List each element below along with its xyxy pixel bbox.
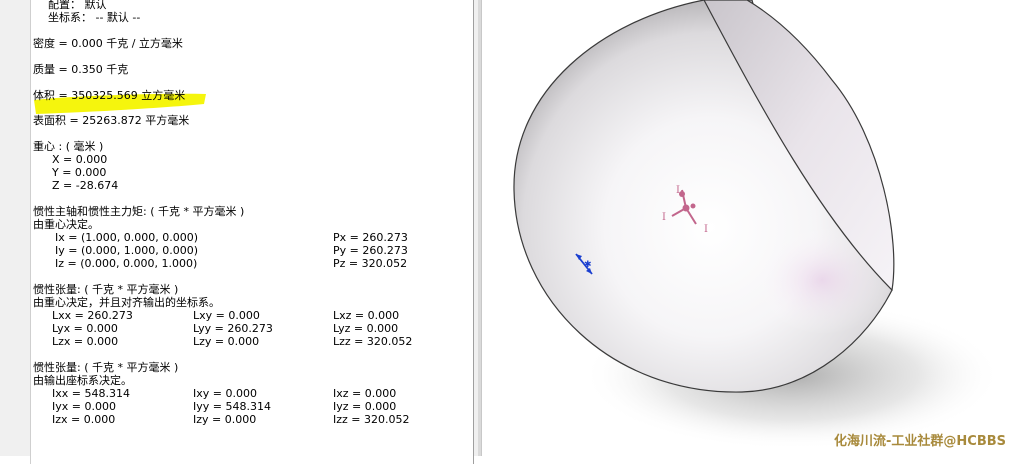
principal-moment-px: Px = 260.273 [333, 231, 408, 244]
inertia-tensor-output-title: 惯性张量: ( 千克 * 平方毫米 ) [33, 361, 179, 374]
principal-axis-ix: Ix = (1.000, 0.000, 0.000) [55, 231, 199, 244]
triad-label-2: I [662, 212, 666, 223]
tensor-out-iyy: Iyy = 548.314 [193, 400, 271, 413]
tensor-cog-lxx: Lxx = 260.273 [52, 309, 133, 322]
principal-axis-iy: Iy = (0.000, 1.000, 0.000) [55, 244, 199, 257]
tensor-cog-lxy: Lxy = 0.000 [193, 309, 260, 322]
inertia-tensor-cog-title: 惯性张量: ( 千克 * 平方毫米 ) [33, 283, 179, 296]
tensor-cog-lyx: Lyx = 0.000 [52, 322, 118, 335]
tensor-out-ixy: Ixy = 0.000 [193, 387, 257, 400]
tensor-cog-lzy: Lzy = 0.000 [193, 335, 260, 348]
coord-system-line: 坐标系： -- 默认 -- [48, 11, 141, 24]
graphics-viewport[interactable]: I I I ✱ [482, 0, 1014, 456]
center-of-mass-x: X = 0.000 [52, 153, 108, 166]
surface-area-line: 表面积 = 25263.872 平方毫米 [33, 114, 190, 127]
inertia-tensor-output-subtitle: 由输出座标系决定。 [33, 374, 132, 387]
triad-label-3: I [704, 224, 708, 235]
center-of-mass-z: Z = -28.674 [52, 179, 119, 192]
inertia-tensor-cog-subtitle: 由重心决定，并且对齐输出的坐标系。 [33, 296, 220, 309]
triad-label-1: I [676, 185, 680, 196]
tensor-cog-lyz: Lyz = 0.000 [333, 322, 399, 335]
center-of-mass-title: 重心 : ( 毫米 ) [33, 140, 104, 153]
hemisphere-model[interactable]: I I I ✱ [482, 0, 1014, 456]
tensor-out-ixx: Ixx = 548.314 [52, 387, 130, 400]
principal-axis-iz: Iz = (0.000, 0.000, 1.000) [55, 257, 198, 270]
svg-text:✱: ✱ [584, 260, 592, 270]
tensor-out-izz: Izz = 320.052 [333, 413, 410, 426]
volume-line: 体积 = 350325.569 立方毫米 [33, 89, 186, 102]
center-of-mass-y: Y = 0.000 [52, 166, 107, 179]
tensor-out-iyz: Iyz = 0.000 [333, 400, 397, 413]
tensor-cog-lzz: Lzz = 320.052 [333, 335, 413, 348]
principal-moment-pz: Pz = 320.052 [333, 257, 408, 270]
config-line: 配置： 默认 [48, 0, 107, 11]
tensor-cog-lzx: Lzx = 0.000 [52, 335, 119, 348]
tensor-cog-lxz: Lxz = 0.000 [333, 309, 400, 322]
tensor-cog-lyy: Lyy = 260.273 [193, 322, 273, 335]
tensor-out-iyx: Iyx = 0.000 [52, 400, 116, 413]
tensor-out-izy: Izy = 0.000 [193, 413, 257, 426]
principal-axes-subtitle: 由重心决定。 [33, 218, 99, 231]
tensor-out-izx: Izx = 0.000 [52, 413, 116, 426]
mass-line: 质量 = 0.350 千克 [33, 63, 129, 76]
principal-axes-title: 惯性主轴和惯性主力矩: ( 千克 * 平方毫米 ) [33, 205, 245, 218]
watermark-text: 化海川流-工业社群@HCBBS [834, 434, 1006, 449]
density-line: 密度 = 0.000 千克 / 立方毫米 [33, 37, 183, 50]
tensor-out-ixz: Ixz = 0.000 [333, 387, 397, 400]
principal-moment-py: Py = 260.273 [333, 244, 408, 257]
